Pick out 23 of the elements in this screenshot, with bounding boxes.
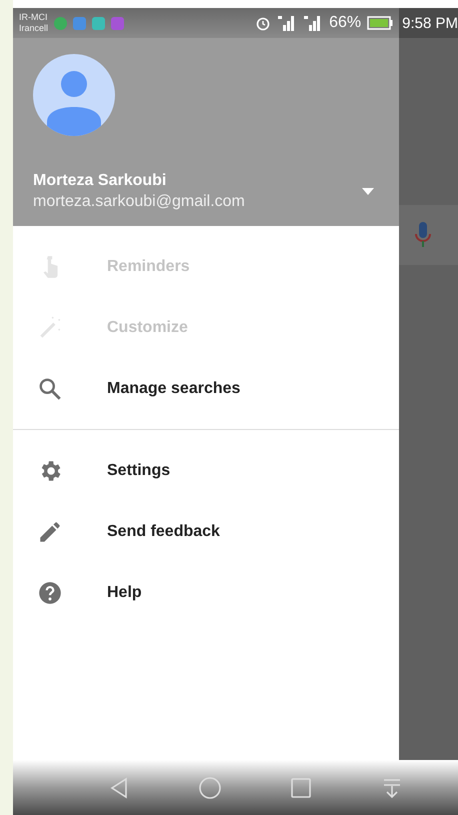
menu-item[interactable]: Send feedback <box>13 501 399 562</box>
account-name: Morteza Sarkoubi <box>33 172 168 190</box>
recents-icon[interactable] <box>289 776 314 800</box>
app-icon <box>73 16 86 30</box>
menu-item[interactable]: Settings <box>13 440 399 501</box>
alarm-icon <box>255 15 272 31</box>
account-email: morteza.sarkoubi@gmail.com <box>33 193 246 211</box>
app-icon <box>54 16 68 30</box>
home-icon[interactable] <box>198 776 222 800</box>
clock-time: 9:58 PM <box>399 8 458 38</box>
avatar-icon <box>33 54 115 136</box>
microphone-icon <box>415 222 431 248</box>
menu-item-icon <box>37 580 63 606</box>
menu-item[interactable]: Help <box>13 562 399 623</box>
dropdown-caret-icon[interactable] <box>362 188 374 195</box>
carrier-name: IR-MCI <box>19 12 48 23</box>
battery-icon <box>367 16 394 30</box>
carrier-name: Irancell <box>19 23 48 34</box>
menu-item-icon <box>37 376 63 402</box>
app-icon <box>92 16 106 30</box>
battery-percent: 66% <box>329 14 362 32</box>
menu-item[interactable]: Manage searches <box>13 358 399 419</box>
app-icon <box>111 16 124 30</box>
